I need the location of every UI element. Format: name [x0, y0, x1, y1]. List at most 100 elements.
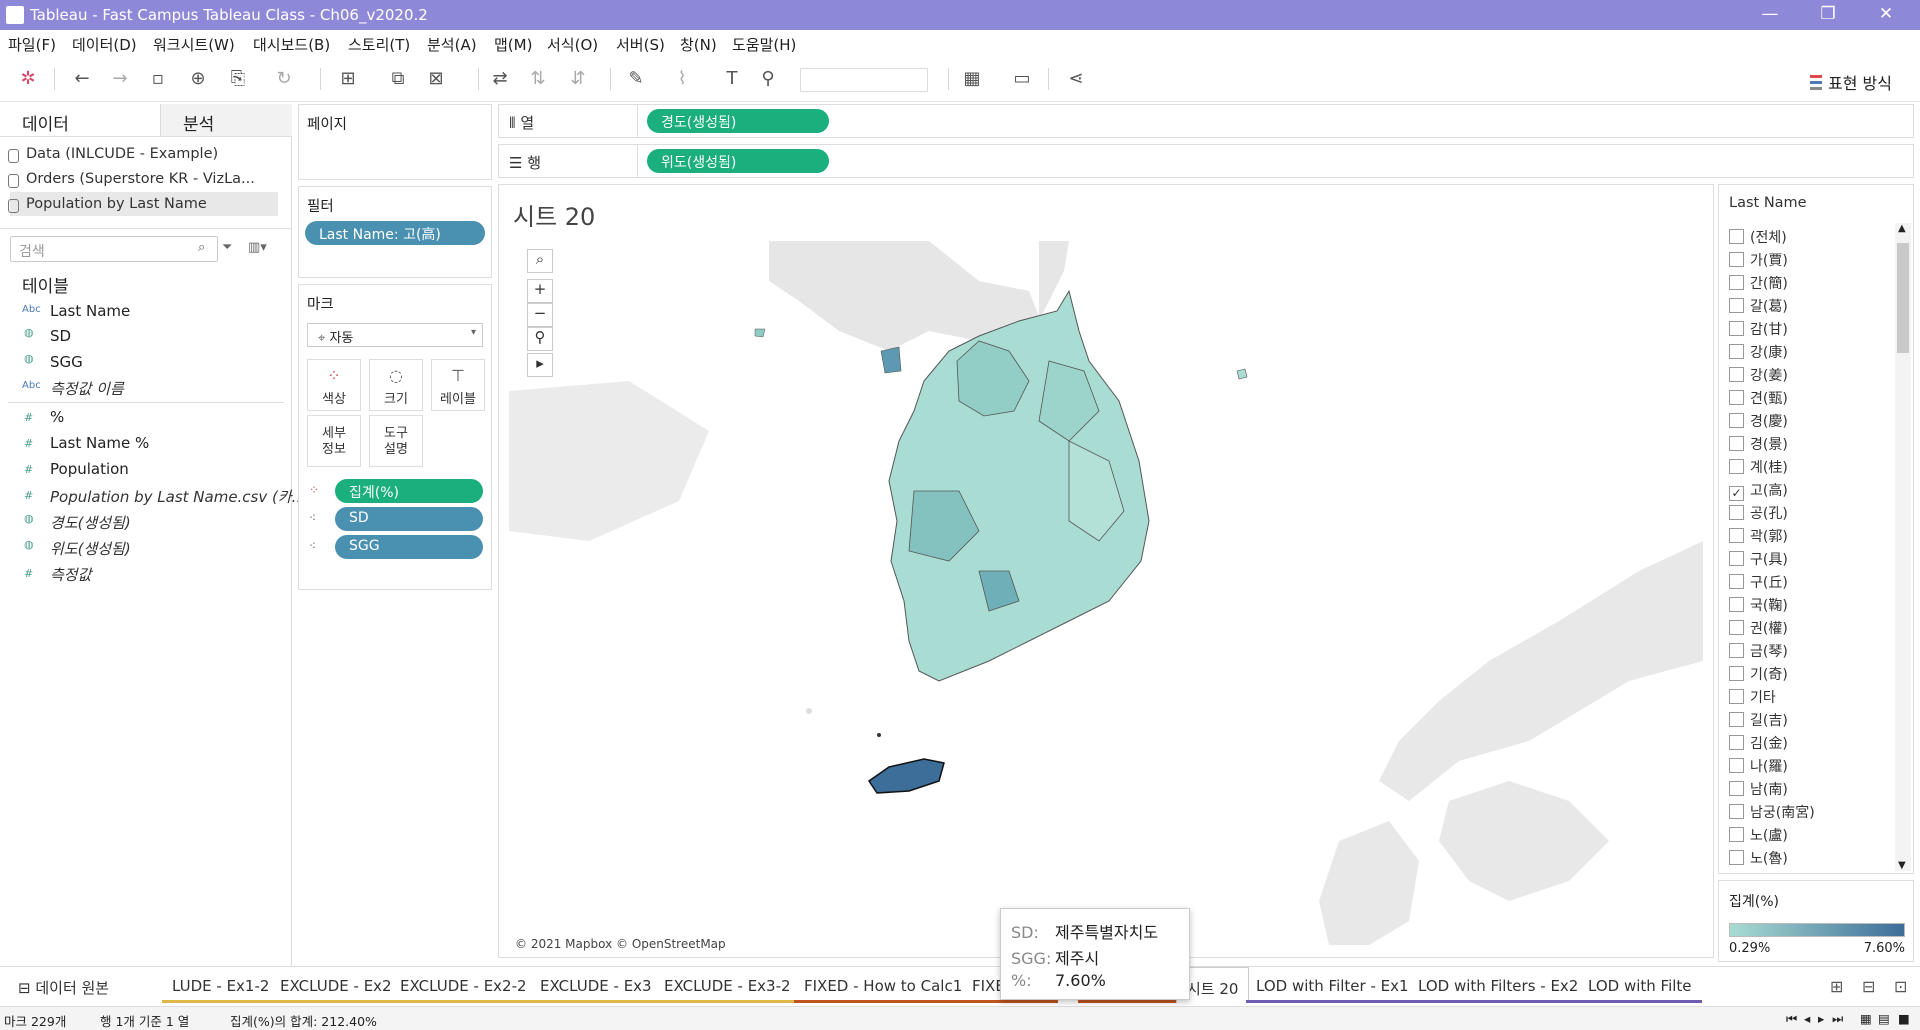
sheet-tab[interactable]: LOD with Filters - Ex2: [1408, 967, 1589, 1003]
zoom-out-button[interactable]: −: [527, 303, 553, 327]
sheet-tab[interactable]: FIXED - How to Calc1: [794, 967, 973, 1003]
checkbox[interactable]: [1729, 321, 1744, 336]
filters-card[interactable]: 필터 Last Name: 고(高): [298, 186, 492, 278]
show-me-button[interactable]: 표현 방식: [1810, 70, 1892, 94]
menu-file[interactable]: 파일(F): [8, 34, 56, 55]
list-view-icon[interactable]: ▤: [1878, 1011, 1890, 1026]
checkbox[interactable]: [1729, 666, 1744, 681]
filter-item[interactable]: 금(琴): [1729, 641, 1788, 661]
filter-item[interactable]: 감(甘): [1729, 319, 1788, 339]
filter-item[interactable]: 강(康): [1729, 342, 1788, 362]
sheet-tab[interactable]: LOD with Filte: [1578, 967, 1702, 1003]
rows-shelf[interactable]: ☰ 행 위도(생성됨): [498, 144, 1914, 178]
region-jeju[interactable]: [867, 758, 945, 794]
checkbox[interactable]: [1729, 781, 1744, 796]
pin-map-button[interactable]: ⚲: [527, 327, 553, 351]
checkbox[interactable]: [1729, 252, 1744, 267]
swap-icon[interactable]: ⇄: [488, 68, 512, 89]
chevron-down-icon[interactable]: ▼: [1898, 860, 1906, 871]
filter-item[interactable]: 노(魯): [1729, 848, 1788, 868]
checkbox[interactable]: [1729, 367, 1744, 382]
menu-window[interactable]: 창(N): [680, 34, 717, 55]
filter-item[interactable]: 나(羅): [1729, 756, 1788, 776]
field-last-name[interactable]: Last Name: [50, 302, 130, 320]
checkbox[interactable]: [1729, 850, 1744, 865]
checkbox[interactable]: [1729, 413, 1744, 428]
filter-item[interactable]: 강(姜): [1729, 365, 1788, 385]
menu-server[interactable]: 서버(S): [616, 34, 665, 55]
filter-item[interactable]: 남궁(南宮): [1729, 802, 1815, 822]
filter-pill[interactable]: Last Name: 고(高): [305, 221, 485, 245]
sheet-tab[interactable]: EXCLUDE - Ex3: [530, 967, 662, 1003]
mark-pill-sgg[interactable]: SGG: [335, 535, 483, 559]
columns-pill[interactable]: 경도(생성됨): [647, 109, 829, 133]
map-search-button[interactable]: ⌕: [527, 249, 553, 273]
filter-item[interactable]: (전체): [1729, 227, 1787, 247]
search-input[interactable]: 검색: [10, 236, 218, 262]
filter-item[interactable]: 경(慶): [1729, 411, 1788, 431]
color-button[interactable]: ⁘ 색상: [307, 359, 361, 411]
rows-pill[interactable]: 위도(생성됨): [647, 149, 829, 173]
chevron-up-icon[interactable]: ▲: [1898, 223, 1906, 234]
redo-icon[interactable]: →: [108, 68, 132, 89]
mark-pill-sd[interactable]: SD: [335, 507, 483, 531]
filter-item[interactable]: 노(盧): [1729, 825, 1788, 845]
filter-item[interactable]: 남(南): [1729, 779, 1788, 799]
field-population[interactable]: Population: [50, 460, 129, 478]
filter-item[interactable]: 가(賈): [1729, 250, 1788, 270]
field-sd[interactable]: SD: [50, 327, 71, 345]
highlight-icon[interactable]: ✎: [624, 68, 648, 89]
new-worksheet-icon[interactable]: ⊞: [336, 68, 360, 89]
sheet-tab[interactable]: LOD with Filter - Ex1: [1246, 967, 1419, 1003]
checkbox[interactable]: [1729, 436, 1744, 451]
field-sgg[interactable]: SGG: [50, 353, 83, 371]
field-latitude[interactable]: 위도(생성됨): [50, 538, 131, 559]
save-icon[interactable]: ▫: [146, 68, 170, 89]
filter-item[interactable]: 견(甄): [1729, 388, 1788, 408]
minimize-icon[interactable]: —: [1750, 4, 1790, 24]
filter-item[interactable]: 권(權): [1729, 618, 1788, 638]
checkbox[interactable]: [1729, 758, 1744, 773]
sort-descending-icon[interactable]: ⇵: [566, 68, 590, 89]
checkbox[interactable]: [1729, 505, 1744, 520]
filter-icon[interactable]: ⏷: [222, 240, 232, 255]
presentation-icon[interactable]: ▭: [1010, 68, 1034, 89]
checkbox[interactable]: [1729, 390, 1744, 405]
filter-item[interactable]: 구(具): [1729, 549, 1788, 569]
new-dashboard-tab-icon[interactable]: ⊟: [1862, 977, 1875, 996]
field-measure-names[interactable]: 측정값 이름: [50, 378, 124, 399]
pin-icon[interactable]: ⚲: [756, 68, 780, 89]
checkbox[interactable]: [1729, 551, 1744, 566]
filter-scrollbar[interactable]: ▲ ▼: [1895, 223, 1911, 871]
view-options-icon[interactable]: ▥▾: [248, 240, 267, 255]
checkbox[interactable]: [1729, 620, 1744, 635]
zoom-in-button[interactable]: +: [527, 279, 553, 303]
field-measure-values[interactable]: 측정값: [50, 564, 91, 585]
filter-item[interactable]: 계(桂): [1729, 457, 1788, 477]
label-button[interactable]: ⊤ 레이블: [431, 359, 485, 411]
tab-data[interactable]: 데이터: [0, 104, 160, 136]
field-longitude[interactable]: 경도(생성됨): [50, 512, 131, 533]
share-icon[interactable]: ⋖: [1064, 68, 1088, 89]
mark-type-dropdown[interactable]: ⌖ 자동 ▾: [307, 323, 483, 347]
datasource-item-selected[interactable]: Population by Last Name: [8, 196, 207, 213]
checkbox[interactable]: [1729, 574, 1744, 589]
columns-shelf[interactable]: ⦀ 열 경도(생성됨): [498, 104, 1914, 138]
filter-item[interactable]: 경(景): [1729, 434, 1788, 454]
menu-worksheet[interactable]: 워크시트(W): [153, 34, 235, 55]
show-cards-icon[interactable]: ▦: [960, 68, 984, 89]
detail-button[interactable]: 세부 정보: [307, 415, 361, 467]
last-page-icon[interactable]: ⏭: [1832, 1011, 1843, 1027]
grid-view-icon[interactable]: ▦: [1860, 1011, 1872, 1026]
close-icon[interactable]: ✕: [1866, 4, 1906, 24]
sheet-tab[interactable]: LUDE - Ex1-2: [162, 967, 280, 1003]
datasource-item[interactable]: Orders (Superstore KR - VizLa...: [8, 171, 255, 188]
sheet-tab[interactable]: EXCLUDE - Ex2-2: [390, 967, 537, 1003]
tab-data-source[interactable]: ⊟ 데이터 원본: [8, 967, 119, 1003]
map-canvas[interactable]: [509, 241, 1703, 945]
pages-card[interactable]: 페이지: [298, 104, 492, 180]
menu-story[interactable]: 스토리(T): [348, 34, 410, 55]
checkbox[interactable]: [1729, 712, 1744, 727]
filter-item[interactable]: 길(吉): [1729, 710, 1788, 730]
checkbox[interactable]: [1729, 643, 1744, 658]
